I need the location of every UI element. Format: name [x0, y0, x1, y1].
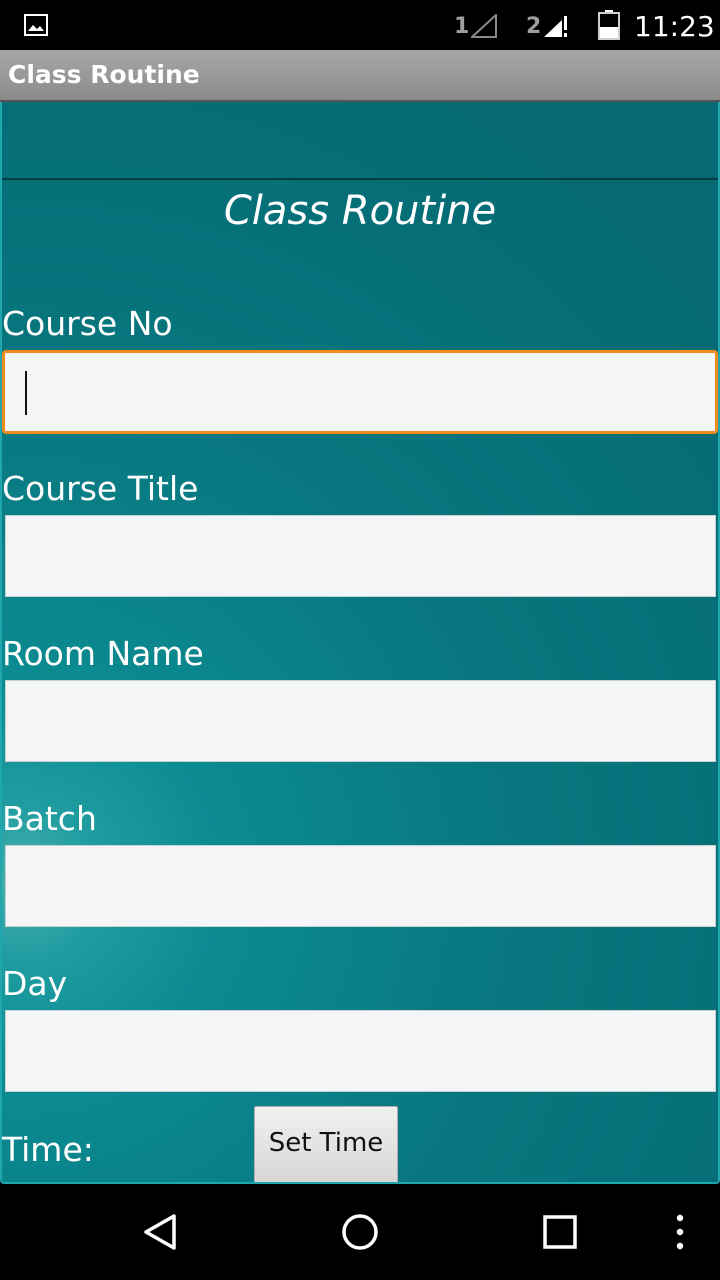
app-title: Class Routine [8, 60, 200, 89]
text-cursor [25, 371, 27, 415]
course-no-label: Course No [2, 304, 173, 343]
status-clock: 11:23 [634, 10, 715, 43]
course-title-label: Course Title [2, 469, 199, 508]
day-input[interactable] [5, 1010, 716, 1092]
signal-sim2: 2 [526, 14, 569, 38]
time-label: Time: [2, 1130, 94, 1169]
navigation-bar [0, 1184, 720, 1280]
top-strip [2, 102, 718, 180]
batch-label: Batch [2, 799, 97, 838]
course-no-input[interactable] [2, 350, 718, 434]
day-label: Day [2, 964, 68, 1003]
signal-sim1: 1 [454, 14, 498, 39]
back-icon[interactable] [140, 1212, 180, 1252]
signal-sim1-icon [471, 14, 498, 38]
status-bar: 1 2 11:23 [0, 0, 720, 50]
batch-input[interactable] [5, 845, 716, 927]
home-icon[interactable] [340, 1212, 380, 1252]
form-title: Class Routine [223, 188, 497, 234]
room-name-label: Room Name [2, 634, 204, 673]
signal-sim2-no-data-icon [544, 16, 568, 37]
recents-icon[interactable] [542, 1214, 578, 1250]
sim1-label: 1 [454, 14, 470, 39]
battery-icon [598, 10, 620, 40]
action-bar: Class Routine [0, 50, 720, 102]
sim2-label: 2 [526, 14, 542, 39]
overflow-menu-icon[interactable] [670, 1214, 690, 1250]
course-title-input[interactable] [5, 515, 716, 597]
gallery-icon [24, 14, 48, 36]
set-time-button[interactable]: Set Time [254, 1106, 398, 1182]
room-name-input[interactable] [5, 680, 716, 762]
class-routine-form: Class Routine Course No Course Title Roo… [0, 102, 720, 1184]
